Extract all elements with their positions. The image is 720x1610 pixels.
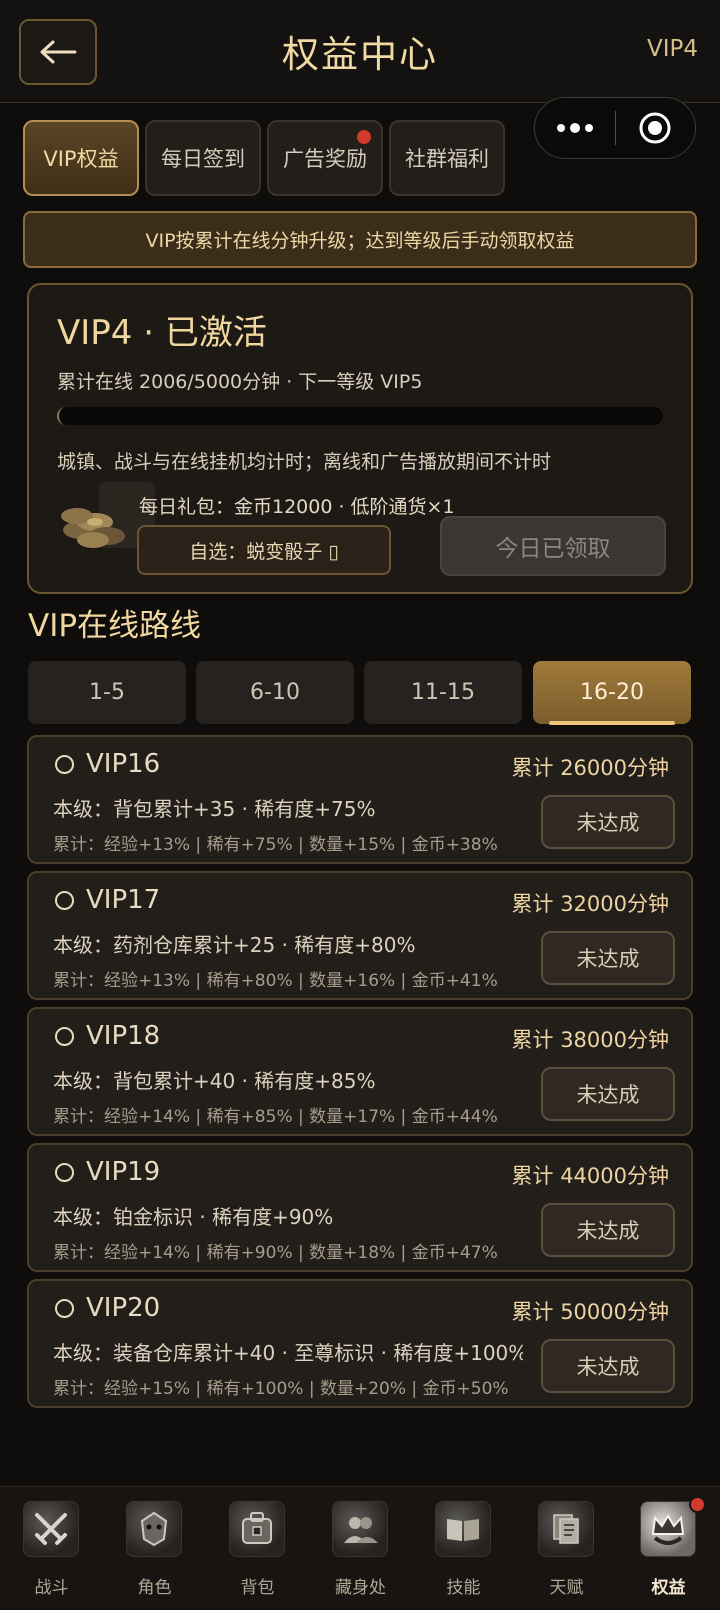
- nav-label: 权益: [651, 1578, 686, 1598]
- tab-label: 每日签到: [161, 147, 245, 171]
- close-miniprogram-icon[interactable]: [616, 111, 696, 145]
- status-circle-icon: [55, 890, 74, 910]
- hideout-icon: [332, 1501, 388, 1557]
- vip-level-name: VIP19: [55, 1157, 160, 1187]
- tab-vip-benefits[interactable]: VIP权益: [23, 120, 139, 196]
- route-title: VIP在线路线: [28, 608, 202, 644]
- vip-cumulative-benefit: 累计：经验+14% | 稀有+90% | 数量+18% | 金币+47%: [53, 1243, 498, 1263]
- nav-item-backpack[interactable]: 背包: [206, 1487, 309, 1610]
- notification-dot: [689, 1496, 706, 1513]
- select-reward-button[interactable]: 自选：蜕变骰子 ▯: [137, 525, 391, 575]
- range-label: 1-5: [89, 680, 125, 705]
- vip-level-card: VIP20 累计 50000分钟 本级：装备仓库累计+40 · 至尊标识 · 稀…: [27, 1279, 693, 1408]
- vip-level-card: VIP17 累计 32000分钟 本级：药剂仓库累计+25 · 稀有度+80% …: [27, 871, 693, 1000]
- backpack-icon: [229, 1501, 285, 1557]
- page-title: 权益中心: [282, 33, 438, 76]
- vip-level-card: VIP19 累计 44000分钟 本级：铂金标识 · 稀有度+90% 累计：经验…: [27, 1143, 693, 1272]
- header: 权益中心 VIP4: [0, 0, 720, 103]
- status-circle-icon: [55, 754, 74, 774]
- not-reached-button[interactable]: 未达成: [541, 1339, 675, 1393]
- not-reached-button[interactable]: 未达成: [541, 1203, 675, 1257]
- nav-item-battle[interactable]: 战斗: [0, 1487, 103, 1610]
- notice-banner: VIP按累计在线分钟升级；达到等级后手动领取权益: [23, 211, 697, 268]
- nav-item-character[interactable]: 角色: [103, 1487, 206, 1610]
- vip-requirement: 累计 44000分钟: [511, 1164, 669, 1188]
- not-reached-button[interactable]: 未达成: [541, 1067, 675, 1121]
- select-reward-label: 自选：蜕变骰子 ▯: [189, 540, 339, 563]
- claimed-button[interactable]: 今日已领取: [440, 516, 666, 576]
- more-options-icon[interactable]: [535, 122, 615, 133]
- nav-item-talent[interactable]: 天赋: [515, 1487, 618, 1610]
- vip-level-benefit: 本级：铂金标识 · 稀有度+90%: [53, 1205, 334, 1229]
- nav-label: 技能: [446, 1578, 481, 1598]
- vip-level-name: VIP16: [55, 749, 160, 779]
- tab-daily-checkin[interactable]: 每日签到: [145, 120, 261, 196]
- vip-cumulative-benefit: 累计：经验+13% | 稀有+80% | 数量+16% | 金币+41%: [53, 971, 498, 991]
- vip-requirement: 累计 32000分钟: [511, 892, 669, 916]
- nav-label: 角色: [137, 1578, 172, 1598]
- character-icon: [126, 1501, 182, 1557]
- miniprogram-capsule: [534, 97, 696, 159]
- nav-label: 战斗: [34, 1578, 69, 1598]
- tab-community-benefits[interactable]: 社群福利: [389, 120, 505, 196]
- skill-book-icon: [435, 1501, 491, 1557]
- vip-level-name: VIP17: [55, 885, 160, 915]
- range-label: 16-20: [580, 680, 644, 705]
- nav-item-benefits[interactable]: 权益: [617, 1487, 720, 1610]
- nav-label: 天赋: [549, 1578, 584, 1598]
- vip-level-card: VIP16 累计 26000分钟 本级：背包累计+35 · 稀有度+75% 累计…: [27, 735, 693, 864]
- vip-level-benefit: 本级：药剂仓库累计+25 · 稀有度+80%: [53, 933, 416, 957]
- nav-item-hideout[interactable]: 藏身处: [309, 1487, 412, 1610]
- tab-label: 社群福利: [405, 147, 489, 171]
- nav-label: 藏身处: [335, 1578, 386, 1598]
- vip-requirement: 累计 26000分钟: [511, 756, 669, 780]
- daily-gift-text: 每日礼包：金币12000 · 低阶通货×1: [139, 496, 455, 518]
- vip-level-benefit: 本级：背包累计+35 · 稀有度+75%: [53, 797, 376, 821]
- vip-requirement: 累计 50000分钟: [511, 1300, 669, 1324]
- not-reached-button[interactable]: 未达成: [541, 795, 675, 849]
- vip-level-benefit: 本级：背包累计+40 · 稀有度+85%: [53, 1069, 376, 1093]
- notification-dot: [357, 130, 371, 144]
- status-circle-icon: [55, 1162, 74, 1182]
- nav-label: 背包: [240, 1578, 275, 1598]
- vip-level-tag: VIP4: [646, 36, 698, 62]
- progress-text: 累计在线 2006/5000分钟 · 下一等级 VIP5: [57, 371, 423, 393]
- range-tab-6-10[interactable]: 6-10: [196, 661, 354, 724]
- claimed-label: 今日已领取: [495, 536, 611, 562]
- vip-status-card: VIP4 · 已激活 累计在线 2006/5000分钟 · 下一等级 VIP5 …: [27, 283, 693, 594]
- tab-ad-rewards[interactable]: 广告奖励: [267, 120, 383, 196]
- timing-description: 城镇、战斗与在线挂机均计时；离线和广告播放期间不计时: [57, 451, 552, 473]
- talent-icon: [538, 1501, 594, 1557]
- range-label: 11-15: [411, 680, 475, 705]
- vip-cumulative-benefit: 累计：经验+14% | 稀有+85% | 数量+17% | 金币+44%: [53, 1107, 498, 1127]
- active-range-underline: [549, 721, 675, 725]
- progress-bar: [57, 407, 663, 425]
- vip-level-name: VIP20: [55, 1293, 160, 1323]
- vip-requirement: 累计 38000分钟: [511, 1028, 669, 1052]
- range-tab-1-5[interactable]: 1-5: [28, 661, 186, 724]
- vip-level-benefit: 本级：装备仓库累计+40 · 至尊标识 · 稀有度+100%: [53, 1341, 523, 1365]
- vip-cumulative-benefit: 累计：经验+15% | 稀有+100% | 数量+20% | 金币+50%: [53, 1379, 509, 1399]
- tab-label: VIP权益: [43, 147, 119, 171]
- range-tab-11-15[interactable]: 11-15: [364, 661, 522, 724]
- crown-icon: [640, 1501, 696, 1557]
- tab-label: 广告奖励: [283, 147, 367, 171]
- nav-item-skills[interactable]: 技能: [412, 1487, 515, 1610]
- range-tab-16-20[interactable]: 16-20: [533, 661, 691, 725]
- bottom-navigation: 战斗 角色 背包 藏身处 技能 天赋 权益: [0, 1486, 720, 1609]
- not-reached-button[interactable]: 未达成: [541, 931, 675, 985]
- vip-status-title: VIP4 · 已激活: [57, 313, 267, 353]
- vip-level-name: VIP18: [55, 1021, 160, 1051]
- status-circle-icon: [55, 1298, 74, 1318]
- vip-cumulative-benefit: 累计：经验+13% | 稀有+75% | 数量+15% | 金币+38%: [53, 835, 498, 855]
- range-label: 6-10: [250, 680, 300, 705]
- status-circle-icon: [55, 1026, 74, 1046]
- vip-level-card: VIP18 累计 38000分钟 本级：背包累计+40 · 稀有度+85% 累计…: [27, 1007, 693, 1136]
- swords-icon: [23, 1501, 79, 1557]
